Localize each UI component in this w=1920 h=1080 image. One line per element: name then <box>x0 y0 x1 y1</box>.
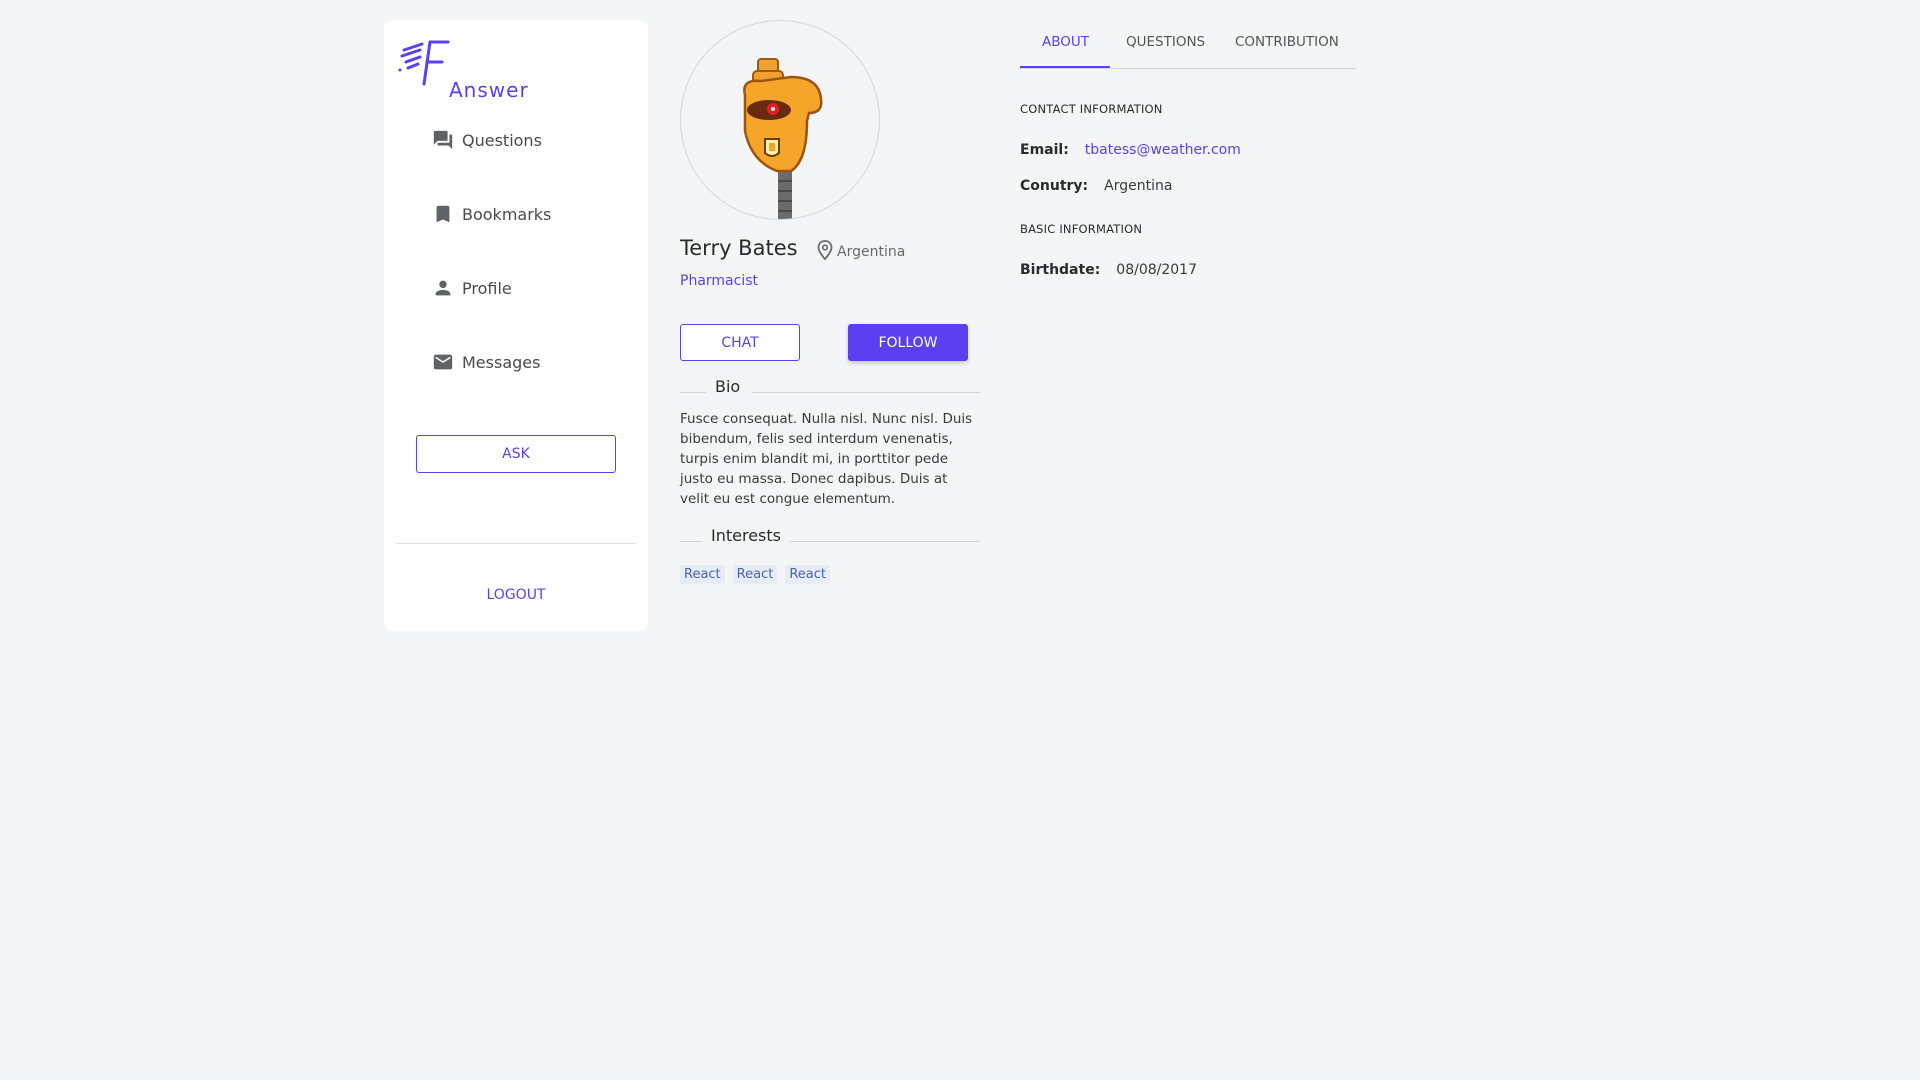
location-pin-icon <box>817 240 833 264</box>
basic-heading: BASIC INFORMATION <box>1020 222 1143 236</box>
birthdate-field: Birthdate: 08/08/2017 <box>1020 262 1197 278</box>
active-tab-indicator <box>1020 66 1110 68</box>
question-answer-icon <box>432 129 454 151</box>
location-text: Argentina <box>837 244 906 260</box>
bio-text: Fusce consequat. Nulla nisl. Nunc nisl. … <box>680 411 973 507</box>
email-label: Email: <box>1020 142 1069 158</box>
sidebar-item-label: Profile <box>462 278 512 298</box>
sidebar-item-profile[interactable]: Profile <box>432 274 512 302</box>
interest-tag[interactable]: React <box>732 565 778 584</box>
sidebar-divider <box>396 543 636 544</box>
country-value: Argentina <box>1104 178 1173 194</box>
tab-questions[interactable]: QUESTIONS <box>1126 34 1205 50</box>
divider <box>680 392 706 393</box>
profile-tabs: ABOUT QUESTIONS CONTRIBUTION <box>1020 30 1356 69</box>
interest-tag[interactable]: React <box>680 565 725 584</box>
sidebar-item-questions[interactable]: Questions <box>432 126 542 154</box>
follow-button[interactable]: FOLLOW <box>848 324 968 361</box>
sidebar-item-label: Questions <box>462 130 542 150</box>
bookmark-icon <box>432 203 454 225</box>
tab-about[interactable]: ABOUT <box>1042 34 1089 50</box>
divider <box>680 541 702 542</box>
email-link[interactable]: tbatess@weather.com <box>1085 142 1241 158</box>
interest-tag[interactable]: React <box>785 565 831 584</box>
sidebar-item-label: Messages <box>462 352 541 372</box>
profile-location: Argentina <box>817 240 905 264</box>
avatar <box>680 20 880 220</box>
robot-avatar-icon <box>743 58 823 219</box>
interests-tags: React React React <box>680 565 838 584</box>
brand-logo[interactable]: Answer <box>398 38 538 102</box>
interests-title: Interests <box>711 526 781 545</box>
divider <box>790 541 980 542</box>
bio-heading: Bio <box>680 377 980 399</box>
sidebar: Answer Questions Bookmarks Profile Messa… <box>384 20 648 631</box>
email-field: Email: tbatess@weather.com <box>1020 142 1241 158</box>
interests-heading: Interests <box>680 526 980 548</box>
profile-name: Terry Bates <box>680 236 798 260</box>
brand-name: Answer <box>449 78 529 102</box>
sidebar-item-messages[interactable]: Messages <box>432 348 540 376</box>
country-label: Conutry: <box>1020 178 1089 194</box>
tab-contribution[interactable]: CONTRIBUTION <box>1235 34 1339 50</box>
profile-profession[interactable]: Pharmacist <box>680 273 758 289</box>
logout-button[interactable]: LOGOUT <box>384 587 648 603</box>
bio-title: Bio <box>715 377 741 396</box>
country-field: Conutry: Argentina <box>1020 178 1172 194</box>
ask-button[interactable]: ASK <box>416 435 616 473</box>
sidebar-item-label: Bookmarks <box>462 204 552 224</box>
sidebar-item-bookmarks[interactable]: Bookmarks <box>432 200 551 228</box>
contact-heading: CONTACT INFORMATION <box>1020 102 1163 116</box>
mail-icon <box>432 351 454 373</box>
birthdate-label: Birthdate: <box>1020 262 1101 278</box>
person-icon <box>432 277 454 299</box>
divider <box>752 392 980 393</box>
birthdate-value: 08/08/2017 <box>1116 262 1197 278</box>
chat-button[interactable]: CHAT <box>680 324 800 361</box>
